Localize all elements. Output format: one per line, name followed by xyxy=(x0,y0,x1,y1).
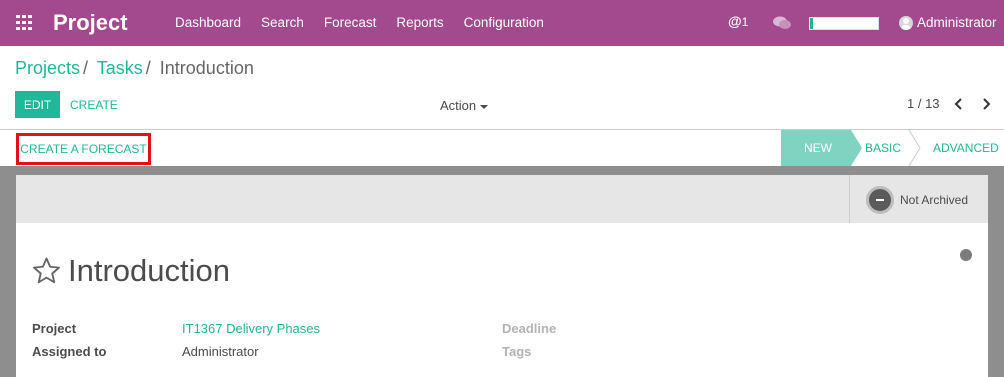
app-title: Project xyxy=(53,10,128,35)
progress-bar[interactable] xyxy=(809,17,879,30)
at-icon: @ xyxy=(728,13,742,29)
create-forecast-button[interactable]: CREATE A FORECAST xyxy=(16,133,151,165)
menu-item-search[interactable]: Search xyxy=(261,15,304,30)
chevron-left-icon[interactable] xyxy=(954,97,964,115)
chevron-right-icon[interactable] xyxy=(981,97,991,115)
create-button[interactable]: CREATE xyxy=(70,98,118,112)
caret-down-icon xyxy=(480,104,489,109)
menu-item-reports[interactable]: Reports xyxy=(396,15,443,30)
project-value[interactable]: IT1367 Delivery Phases xyxy=(182,321,320,336)
top-navbar: Project Dashboard Search Forecast Report… xyxy=(0,0,1004,46)
edit-button[interactable]: EDIT xyxy=(15,91,60,118)
pager-value[interactable]: 1 / 13 xyxy=(907,96,940,111)
deadline-label: Deadline xyxy=(502,321,557,336)
stage-new[interactable]: NEW xyxy=(781,130,862,166)
star-icon[interactable] xyxy=(31,256,62,291)
archive-icon xyxy=(866,186,894,214)
mentions-button[interactable]: @1 xyxy=(728,13,748,29)
stage-separator xyxy=(908,129,922,171)
menu-item-dashboard[interactable]: Dashboard xyxy=(175,15,241,30)
breadcrumb-separator: / xyxy=(145,58,151,78)
stage-advanced[interactable]: ADVANCED xyxy=(933,130,999,166)
breadcrumb-projects[interactable]: Projects xyxy=(15,58,80,78)
menu-item-configuration[interactable]: Configuration xyxy=(464,15,544,30)
breadcrumb-tasks[interactable]: Tasks xyxy=(97,58,143,78)
assigned-value[interactable]: Administrator xyxy=(182,344,259,359)
breadcrumb-current: Introduction xyxy=(159,58,254,78)
user-avatar-icon[interactable] xyxy=(899,16,913,30)
task-title[interactable]: Introduction xyxy=(68,253,230,289)
project-label: Project xyxy=(32,321,77,336)
menu-item-forecast[interactable]: Forecast xyxy=(324,15,377,30)
tags-label: Tags xyxy=(502,344,532,359)
breadcrumb-separator: / xyxy=(83,58,89,78)
kanban-state-icon[interactable] xyxy=(960,249,972,261)
breadcrumb: Projects / Tasks / Introduction xyxy=(15,58,254,79)
apps-grid-icon[interactable] xyxy=(16,15,33,30)
archive-label: Not Archived xyxy=(900,193,969,207)
stage-basic[interactable]: BASIC xyxy=(865,130,901,166)
progress-fill xyxy=(810,18,814,29)
user-menu[interactable]: Administrator xyxy=(917,15,997,30)
button-box xyxy=(16,175,988,223)
assigned-label: Assigned to xyxy=(32,344,107,359)
action-label: Action xyxy=(440,98,477,113)
action-dropdown[interactable]: Action xyxy=(440,98,489,113)
mention-count: 1 xyxy=(741,15,749,29)
chat-icon[interactable] xyxy=(773,16,791,35)
main-menu: Dashboard Search Forecast Reports Config… xyxy=(175,15,564,30)
